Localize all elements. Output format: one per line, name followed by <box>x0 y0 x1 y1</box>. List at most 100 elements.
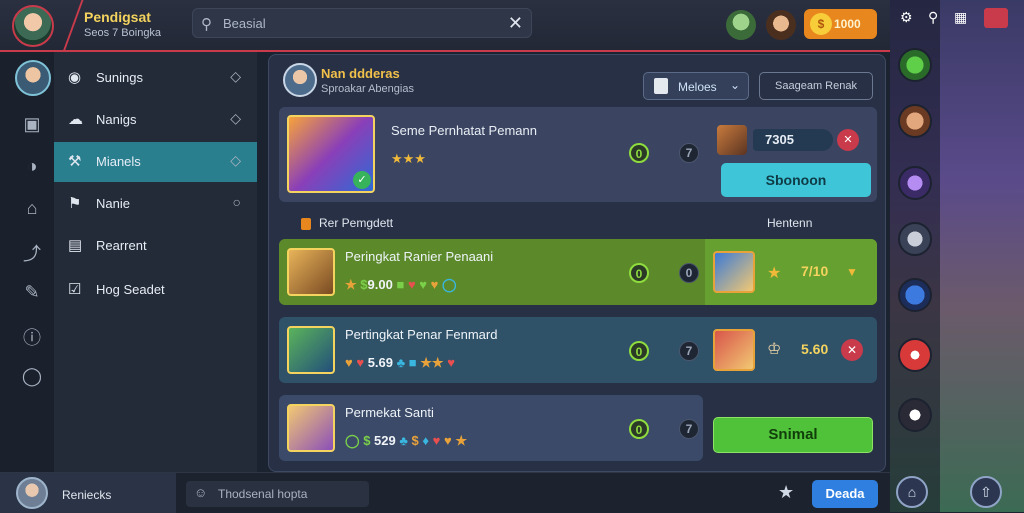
search-rank-button[interactable]: Saageam Renak <box>759 72 873 100</box>
filter-dropdown[interactable]: Meloes ⌄ <box>643 72 749 100</box>
search-input[interactable]: Beasial <box>223 16 266 31</box>
status-badge: 0 <box>629 143 649 163</box>
fire-icon[interactable] <box>898 338 932 372</box>
sidebar-item-label: Nanigs <box>96 112 137 127</box>
profile-chip[interactable]: Reniecks <box>0 473 176 513</box>
sidebar-item-nanigs[interactable]: ☁ Nanigs ◇ <box>54 100 257 140</box>
section-icon <box>301 218 311 230</box>
hero-avatar-icon[interactable] <box>766 10 796 40</box>
gallery-icon[interactable]: ◑ <box>20 156 44 180</box>
row-thumbnail <box>287 326 335 374</box>
camera-icon[interactable]: ▣ <box>20 114 44 138</box>
close-icon[interactable]: ✕ <box>508 13 523 34</box>
info-icon[interactable]: ⓘ <box>20 324 44 348</box>
coin-amount: 1000 <box>834 17 861 31</box>
featured-card[interactable]: ✓ Seme Pernhatat Pemann ★★★ 0 7 7305 ✕ S… <box>279 107 877 202</box>
sidebar-item-rearrent[interactable]: ▤ Rearrent <box>54 226 257 266</box>
chevron-right-icon: ◇ <box>230 152 241 168</box>
notification-icon[interactable] <box>984 8 1008 28</box>
lock-icon <box>654 78 668 94</box>
row-title: Pertingkat Penar Fenmard <box>345 327 498 342</box>
bird-icon[interactable] <box>898 48 932 82</box>
chevron-right-icon: ◇ <box>230 68 241 84</box>
orb-icon[interactable] <box>898 278 932 312</box>
panel-avatar[interactable] <box>283 63 317 97</box>
pen-icon[interactable]: ✎ <box>20 282 44 306</box>
row-reward: ♔ 5.60 ✕ <box>705 317 877 383</box>
creature-icon[interactable] <box>898 398 932 432</box>
tool-icon: ⚒ <box>68 153 82 170</box>
share-icon[interactable]: ⤴ <box>20 240 44 264</box>
close-icon[interactable]: ✕ <box>841 339 863 361</box>
sidebar: ◉ Sunings ◇ ☁ Nanigs ◇ ⚒ Mianels ◇ ⚑ Nan… <box>54 52 257 472</box>
castle-icon[interactable] <box>898 222 932 256</box>
scene-background: ⚙ ⚲ ▦ ⌂ ⇧ <box>890 0 1024 512</box>
panel-subtitle: Sproakar Abengias <box>321 83 414 95</box>
window-icon[interactable]: ▦ <box>954 9 967 26</box>
favorite-icon[interactable]: ★ <box>778 482 794 503</box>
coin-balance[interactable]: $ 1000 <box>804 9 877 39</box>
settings-icon[interactable]: ⚙ <box>900 9 913 26</box>
reward-value: 5.60 <box>801 341 829 357</box>
home-icon[interactable]: ⌂ <box>20 198 44 222</box>
table-row[interactable]: Permekat Santi ◯ $ 529 ♣ $ ♦ ♥ ♥ ★ 0 7 <box>279 395 703 461</box>
claim-button[interactable]: Sbonoon <box>721 163 871 197</box>
send-button[interactable]: Deada <box>812 480 878 508</box>
collapse-icon[interactable]: ▼ <box>841 261 863 283</box>
chevron-right-icon: ◇ <box>230 110 241 126</box>
main-panel: Nan ddderas Sproakar Abengias Meloes ⌄ S… <box>268 54 886 472</box>
section-label: Rer Pemgdett <box>319 216 394 230</box>
chat-input[interactable]: ☺ Thodsenal hopta <box>186 481 369 507</box>
friend-avatar-icon[interactable] <box>726 10 756 40</box>
star-icon: ★ <box>767 265 782 282</box>
search-icon[interactable]: ⚲ <box>928 9 938 26</box>
panel-title: Nan ddderas <box>321 66 400 81</box>
status-badge: 0 <box>629 341 649 361</box>
sidebar-item-sunings[interactable]: ◉ Sunings ◇ <box>54 58 257 98</box>
reward-thumbnail <box>717 125 747 155</box>
row-stats: ◯ $ 529 ♣ $ ♦ ♥ ♥ ★ <box>345 433 467 448</box>
section-right-label: Hentenn <box>767 216 813 230</box>
sidebar-item-label: Hog Seadet <box>96 282 165 297</box>
sidebar-item-mianels[interactable]: ⚒ Mianels ◇ <box>54 142 257 182</box>
profile-name: Reniecks <box>62 488 112 502</box>
featured-thumbnail[interactable]: ✓ <box>287 115 375 193</box>
trophy-icon: ♔ <box>767 341 782 358</box>
sidebar-item-nanie[interactable]: ⚑ Nanie ○ <box>54 184 257 224</box>
reward-thumbnail <box>713 329 755 371</box>
search-bar[interactable]: ⚲ Beasial ✕ <box>192 8 532 38</box>
chat-icon[interactable]: ◯ <box>20 366 44 390</box>
table-row[interactable]: Peringkat Ranier Penaani ★ $9.00 ■ ♥ ♥ ♥… <box>279 239 877 305</box>
count-badge: 0 <box>679 263 699 283</box>
status-badge: 0 <box>629 263 649 283</box>
rune-icon[interactable] <box>898 166 932 200</box>
status-badge: 0 <box>629 419 649 439</box>
sidebar-item-hog-seadet[interactable]: ☑ Hog Seadet <box>54 270 257 310</box>
sidebar-item-label: Rearrent <box>96 238 147 253</box>
close-icon[interactable]: ✕ <box>837 129 859 151</box>
row-title: Peringkat Ranier Penaani <box>345 249 494 264</box>
row-stats: ♥ ♥ 5.69 ♣ ■ ★★ ♥ <box>345 355 455 370</box>
bottom-bar: Reniecks ☺ Thodsenal hopta ★ Deada <box>0 472 890 513</box>
confirm-button[interactable]: Snimal <box>713 417 873 453</box>
sidebar-item-label: Mianels <box>96 154 141 169</box>
rail-avatar[interactable] <box>15 60 51 96</box>
icon-rail: ▣ ◑ ⌂ ⤴ ✎ ⓘ ◯ <box>0 52 54 472</box>
coin-icon: $ <box>810 13 832 35</box>
row-thumbnail <box>287 248 335 296</box>
character-icon[interactable] <box>898 104 932 138</box>
row-stats: ★ $9.00 ■ ♥ ♥ ♥ ◯ <box>345 277 457 292</box>
top-bar: Pendigsat Seos 7 Boingka ⚲ Beasial ✕ $ 1… <box>0 0 890 52</box>
gamepad-icon: ◉ <box>68 69 82 86</box>
reward-value: 7/10 <box>801 263 829 279</box>
row-reward: ★ 7/10 ▼ <box>705 239 877 305</box>
table-row[interactable]: Pertingkat Penar Fenmard ♥ ♥ 5.69 ♣ ■ ★★… <box>279 317 877 383</box>
count-badge: 7 <box>679 341 699 361</box>
app-title: Pendigsat <box>84 9 151 25</box>
list-icon: ▤ <box>68 237 83 254</box>
count-badge: 7 <box>679 143 699 163</box>
emoji-icon[interactable]: ☺ <box>194 485 207 500</box>
shop-icon[interactable]: ⌂ <box>896 476 928 508</box>
dropdown-label: Meloes <box>678 80 717 94</box>
upload-icon[interactable]: ⇧ <box>970 476 1002 508</box>
